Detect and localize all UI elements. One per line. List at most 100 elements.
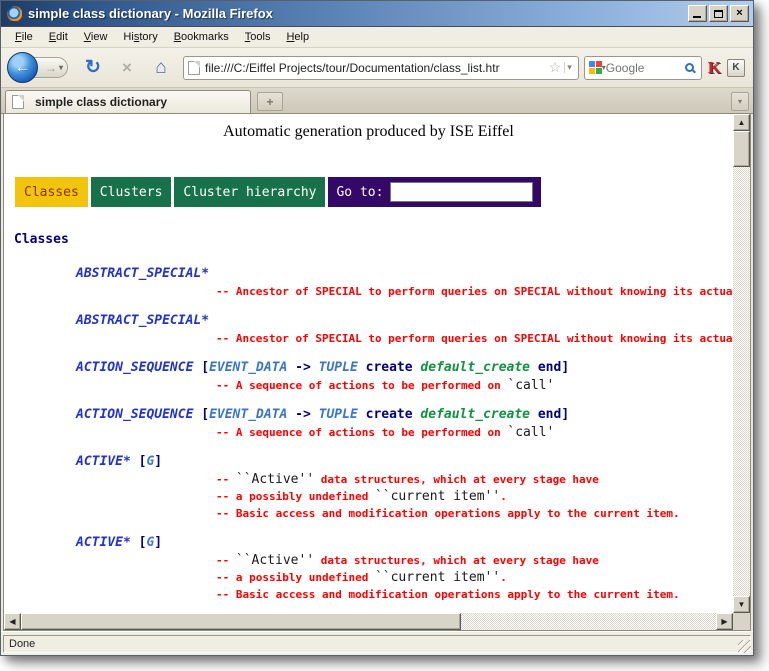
text-rem: -- Ancestor of SPECIAL to perform querie… — [216, 285, 733, 298]
class-entry-title[interactable]: ACTION_SEQUENCE [EVENT_DATA -> TUPLE cre… — [4, 405, 733, 424]
resize-grip[interactable] — [738, 640, 751, 653]
text-rem: . — [500, 571, 507, 584]
page-icon — [188, 61, 200, 75]
text-sym: [ — [193, 407, 209, 422]
scroll-right-button[interactable]: ▶ — [716, 613, 733, 630]
class-entry-comment: -- A sequence of actions to be performed… — [4, 377, 733, 394]
nav-button-clusters[interactable]: Clusters — [91, 177, 172, 207]
text-code: ``Active'' — [236, 472, 314, 487]
class-entry-title[interactable]: ACTIVE* [G] — [4, 452, 733, 471]
menu-edit[interactable]: Edit — [41, 28, 76, 46]
kaspersky-addon-icon[interactable]: K — [708, 58, 721, 78]
horizontal-scrollbar[interactable]: ◀ ▶ — [4, 613, 733, 630]
stop-icon: × — [122, 58, 132, 77]
text-cls: ABSTRACT_SPECIAL* — [76, 313, 209, 328]
search-bar[interactable]: ▾ — [584, 56, 702, 80]
class-entry: ACTIVE* [G]-- ``Active'' data structures… — [4, 452, 733, 522]
search-input[interactable] — [606, 61, 685, 75]
url-input[interactable] — [205, 61, 546, 75]
classes-section-title: Classes — [14, 232, 733, 247]
reload-button[interactable]: ↻ — [80, 56, 106, 79]
menu-view[interactable]: View — [76, 28, 116, 46]
text-code: `call' — [507, 378, 554, 393]
maximize-button[interactable] — [709, 5, 728, 22]
text-cls: ACTIVE* — [76, 454, 131, 469]
close-button[interactable]: × — [730, 5, 749, 22]
text-cls: ACTION_SEQUENCE — [76, 407, 193, 422]
text-feat: default_create — [420, 407, 530, 422]
text-sym: ] — [154, 454, 162, 469]
menu-tools[interactable]: Tools — [237, 28, 279, 46]
back-forward-group: ← → ▾ — [7, 52, 68, 83]
web-page: Automatic generation produced by ISE Eif… — [4, 114, 733, 613]
text-rem: -- a possibly undefined — [216, 490, 375, 503]
text-sym: ] — [154, 535, 162, 550]
class-entry-comment: -- Basic access and modification operati… — [4, 586, 733, 603]
class-entry: ACTION_SEQUENCE [EVENT_DATA -> TUPLE cre… — [4, 358, 733, 394]
horizontal-scrollbar-thumb[interactable] — [21, 613, 461, 630]
google-engine-icon[interactable] — [589, 61, 602, 74]
minimize-icon — [693, 16, 701, 18]
stop-button[interactable]: × — [114, 58, 140, 78]
class-entry-comment: -- a possibly undefined ``current item''… — [4, 488, 733, 505]
page-nav-button-row: ClassesClustersCluster hierarchyGo to: — [15, 177, 733, 207]
text-rem: -- Ancestor of SPECIAL to perform querie… — [216, 332, 733, 345]
text-sym — [358, 360, 366, 375]
text-sym — [530, 360, 538, 375]
text-sym: ] — [561, 360, 569, 375]
minimize-button[interactable] — [688, 5, 707, 22]
bookmark-star-icon[interactable]: ☆ — [549, 59, 562, 76]
window-title: simple class dictionary - Mozilla Firefo… — [28, 6, 686, 21]
tab-bar: simple class dictionary + ▾ — [1, 88, 753, 114]
scroll-down-button[interactable]: ▼ — [733, 596, 750, 613]
page-title: Automatic generation produced by ISE Eif… — [4, 123, 733, 141]
keyboard-key-addon-icon[interactable]: K — [727, 59, 745, 77]
class-entry-title[interactable]: ACTIVE* [G] — [4, 533, 733, 552]
text-sym: [ — [193, 360, 209, 375]
location-bar[interactable]: ☆ ▾ — [183, 56, 579, 80]
vertical-scrollbar-track[interactable] — [733, 131, 750, 596]
text-feat: default_create — [420, 360, 530, 375]
vertical-scrollbar[interactable]: ▲ ▼ — [733, 114, 750, 613]
list-all-tabs-button[interactable]: ▾ — [731, 92, 749, 111]
scroll-up-button[interactable]: ▲ — [733, 114, 750, 131]
text-gen: TUPLE — [319, 360, 358, 375]
goto-input[interactable] — [390, 182, 533, 202]
menu-bookmarks[interactable]: Bookmarks — [166, 28, 237, 46]
class-entry-title[interactable]: ABSTRACT_SPECIAL* — [4, 311, 733, 330]
text-rem: -- Basic access and modification operati… — [216, 507, 680, 520]
search-icon[interactable] — [685, 63, 694, 72]
class-entry: ACTIVE* [G]-- ``Active'' data structures… — [4, 533, 733, 603]
back-button[interactable]: ← — [7, 52, 38, 83]
firefox-icon — [7, 6, 23, 22]
tab-simple-class-dictionary[interactable]: simple class dictionary — [5, 90, 251, 113]
class-entry-comment: -- Ancestor of SPECIAL to perform querie… — [4, 283, 733, 300]
tab-page-icon — [12, 95, 24, 109]
menu-history[interactable]: History — [115, 28, 165, 46]
history-dropdown-icon[interactable]: ▾ — [59, 63, 63, 72]
text-rem: data structures, which at every stage ha… — [314, 473, 599, 486]
forward-icon: → — [45, 61, 57, 75]
browser-window: simple class dictionary - Mozilla Firefo… — [0, 0, 754, 656]
text-rem: -- Basic access and modification operati… — [216, 588, 680, 601]
nav-button-classes[interactable]: Classes — [15, 177, 88, 207]
menu-help[interactable]: Help — [278, 28, 317, 46]
scroll-left-button[interactable]: ◀ — [4, 613, 21, 630]
class-entry-title[interactable]: ACTION_SEQUENCE [EVENT_DATA -> TUPLE cre… — [4, 358, 733, 377]
text-sym: -> — [287, 360, 318, 375]
class-entry-title[interactable]: ABSTRACT_SPECIAL* — [4, 264, 733, 283]
url-dropdown-icon[interactable]: ▾ — [564, 62, 574, 73]
text-kw: end — [538, 360, 561, 375]
text-code: ``current item'' — [375, 489, 500, 504]
text-sym: ] — [561, 407, 569, 422]
nav-button-cluster-hierarchy[interactable]: Cluster hierarchy — [174, 177, 325, 207]
text-kw: create — [366, 407, 413, 422]
vertical-scrollbar-thumb[interactable] — [733, 131, 750, 167]
text-rem: data structures, which at every stage ha… — [314, 554, 599, 567]
home-button[interactable]: ⌂ — [148, 57, 174, 79]
reload-icon: ↻ — [85, 57, 101, 78]
new-tab-button[interactable]: + — [257, 92, 283, 111]
text-gen: EVENT_DATA — [209, 360, 287, 375]
text-sym: [ — [131, 454, 147, 469]
menu-file[interactable]: File — [7, 28, 41, 46]
